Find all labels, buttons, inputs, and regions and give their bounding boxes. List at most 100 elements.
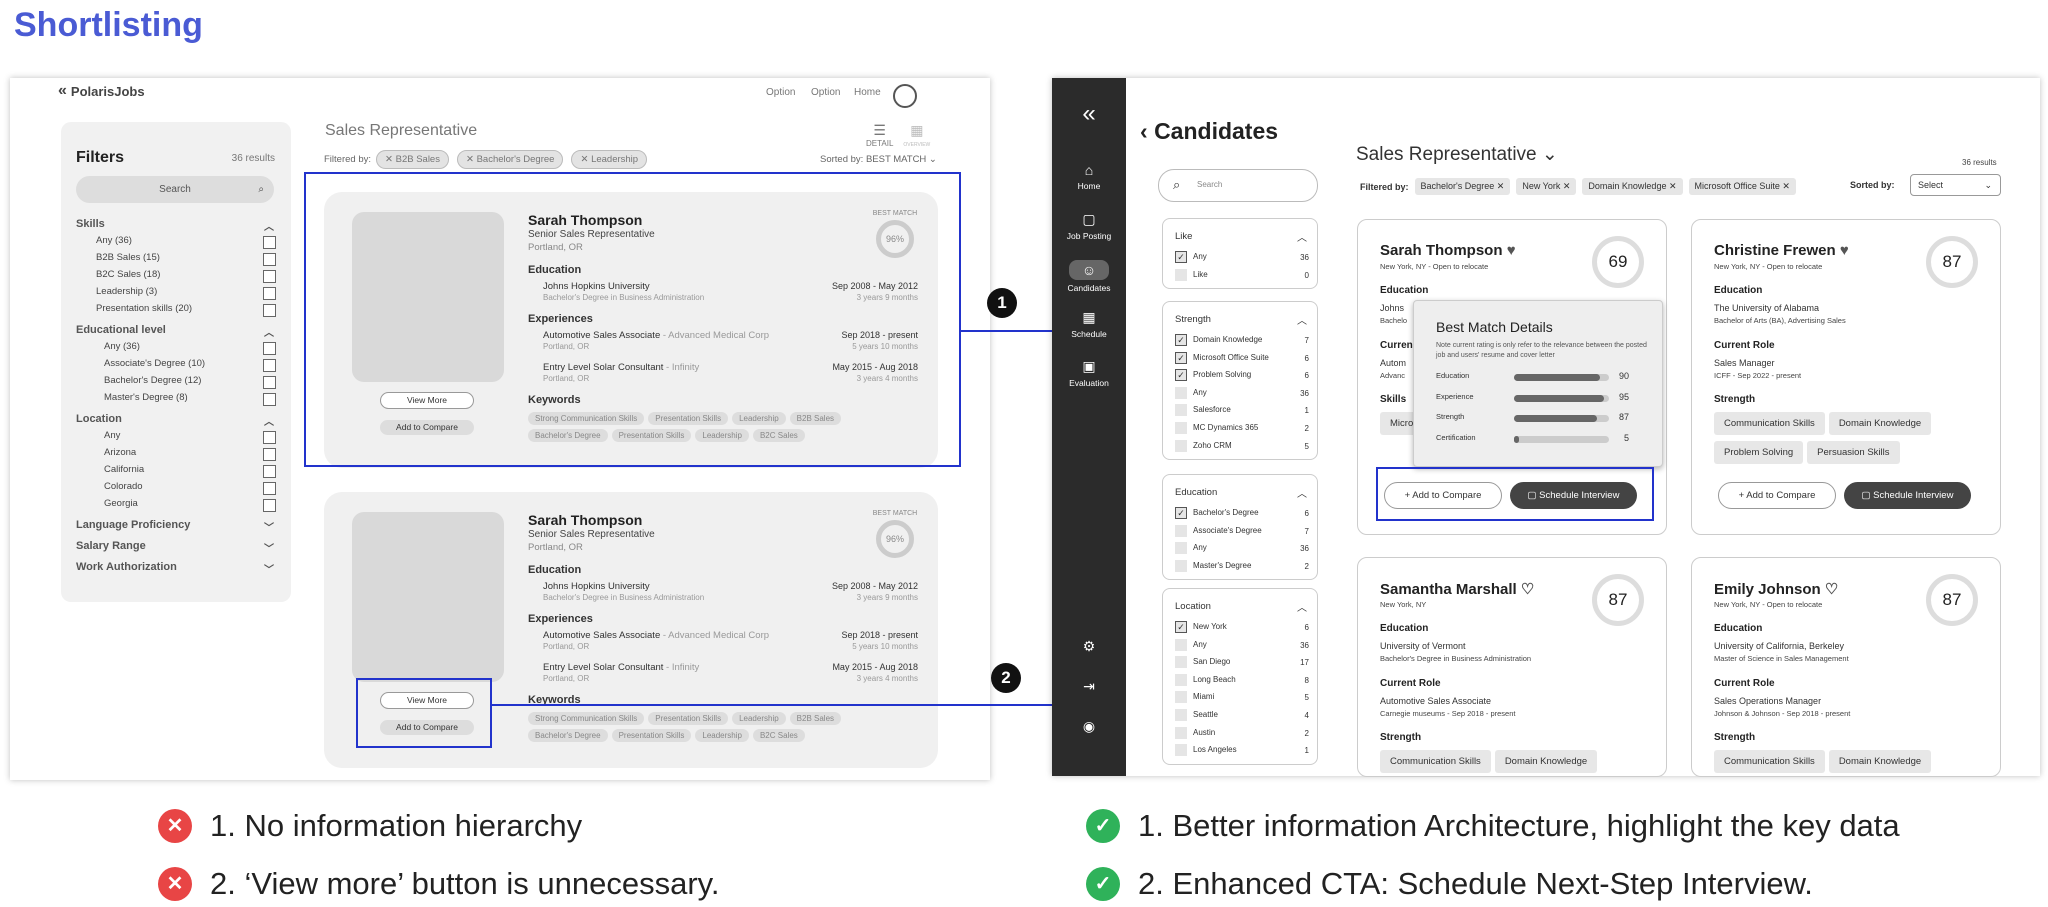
checkbox[interactable] — [1175, 386, 1187, 399]
add-to-compare-button[interactable]: + Add to Compare — [1718, 482, 1836, 509]
filter-chip[interactable]: Microsoft Office Suite ✕ — [1688, 178, 1796, 195]
nav-option-2[interactable]: Option — [811, 87, 840, 98]
filter-chip[interactable]: Bachelor's Degree ✕ — [1414, 178, 1511, 195]
chevron-up-icon[interactable]: ︿ — [1297, 599, 1307, 614]
filter-option[interactable]: Master's Degree 2 — [1175, 559, 1309, 574]
sort-dropdown[interactable]: Sorted by: BEST MATCH ⌄ — [820, 154, 937, 165]
filter-option[interactable]: Colorado — [76, 481, 276, 495]
filter-option[interactable]: Presentation skills (20) — [76, 303, 276, 317]
filter-option[interactable]: Salesforce 1 — [1175, 404, 1309, 418]
sort-select[interactable]: Select ⌄ — [1910, 174, 2001, 196]
heart-icon[interactable]: ♡ — [1521, 581, 1534, 598]
filter-option[interactable]: Miami 5 — [1175, 691, 1309, 705]
checkbox[interactable] — [1175, 709, 1187, 721]
checkbox[interactable] — [263, 499, 276, 512]
filter-chip[interactable]: Domain Knowledge ✕ — [1582, 178, 1683, 195]
filter-chip[interactable]: ✕ Bachelor's Degree — [456, 150, 564, 169]
filter-option[interactable]: Long Beach 8 — [1175, 673, 1309, 688]
chevron-down-icon[interactable]: ﹀ — [264, 540, 274, 555]
back-icon[interactable]: ‹ — [1140, 118, 1154, 144]
filter-section[interactable]: Educational level ︿ — [76, 324, 276, 339]
checkbox[interactable] — [263, 359, 276, 372]
checkbox[interactable] — [263, 342, 276, 355]
chevron-up-icon[interactable]: ︿ — [1297, 312, 1307, 327]
view-toggle[interactable]: ☰ DETAIL ▦ OVERVIEW — [866, 122, 930, 148]
avatar[interactable] — [893, 84, 917, 108]
checkbox[interactable] — [1175, 691, 1187, 704]
filter-section[interactable]: Work Authorization ﹀ — [76, 561, 276, 576]
filter-section[interactable]: Location ︿ — [76, 413, 276, 428]
filter-section[interactable]: Skills ︿ — [76, 218, 276, 233]
checkbox[interactable] — [263, 393, 276, 406]
match-score[interactable]: 87 — [1926, 236, 1978, 288]
filter-option[interactable]: ✓ Problem Solving 6 — [1175, 369, 1309, 383]
checkbox[interactable] — [1175, 524, 1187, 537]
profile-icon[interactable]: ◉ — [1052, 718, 1126, 738]
checkbox[interactable] — [263, 448, 276, 461]
filter-option[interactable]: California — [76, 464, 276, 478]
chevron-up-icon[interactable]: ︿ — [264, 413, 274, 428]
checkbox[interactable]: ✓ — [1175, 369, 1187, 382]
search-input[interactable]: ⌕ Search — [1158, 169, 1318, 202]
filter-option[interactable]: Georgia — [76, 498, 276, 512]
sidebar-item-evaluation[interactable]: ▣ Evaluation — [1052, 358, 1126, 388]
search-input[interactable]: Search ⌕ — [76, 176, 274, 203]
sidebar-item-home[interactable]: ⌂ Home — [1052, 162, 1126, 191]
filter-option[interactable]: MC Dynamics 365 2 — [1175, 422, 1309, 436]
filter-option[interactable]: Any 36 — [1175, 542, 1309, 556]
filter-option[interactable]: ✓ Domain Knowledge 7 — [1175, 334, 1309, 348]
filter-option[interactable]: Leadership (3) — [76, 286, 276, 300]
job-select[interactable]: Sales Representative ⌄ — [1356, 143, 1558, 166]
heart-icon[interactable]: ♥ — [1840, 242, 1849, 259]
checkbox[interactable] — [1175, 559, 1187, 572]
checkbox[interactable]: ✓ — [1175, 351, 1187, 364]
filter-option[interactable]: Any 36 — [1175, 638, 1309, 653]
checkbox[interactable] — [1175, 744, 1187, 757]
filter-option[interactable]: ✓ Microsoft Office Suite 6 — [1175, 351, 1309, 366]
filter-option[interactable]: B2B Sales (15) — [76, 252, 276, 266]
filter-option[interactable]: Master's Degree (8) — [76, 392, 276, 406]
filter-option[interactable]: ✓ Any 36 — [1175, 251, 1309, 265]
checkbox[interactable] — [263, 482, 276, 495]
filter-option[interactable]: Austin 2 — [1175, 726, 1309, 741]
checkbox[interactable] — [263, 270, 276, 283]
filter-option[interactable]: Any 36 — [1175, 386, 1309, 401]
filter-option[interactable]: Bachelor's Degree (12) — [76, 375, 276, 389]
checkbox[interactable] — [1175, 656, 1187, 669]
detail-view-icon[interactable]: ☰ DETAIL — [866, 122, 893, 148]
logo-icon[interactable]: « — [1052, 100, 1126, 128]
filter-chip[interactable]: ✕ Leadership — [571, 150, 648, 169]
filter-option[interactable]: Any (36) — [76, 341, 276, 355]
checkbox[interactable] — [263, 376, 276, 389]
chevron-up-icon[interactable]: ︿ — [1297, 229, 1307, 244]
filter-option[interactable]: Any (36) — [76, 235, 276, 249]
heart-icon[interactable]: ♥ — [1507, 242, 1516, 259]
checkbox[interactable] — [1175, 268, 1187, 281]
nav-option-1[interactable]: Option — [766, 87, 795, 98]
filter-option[interactable]: San Diego 17 — [1175, 656, 1309, 670]
checkbox[interactable] — [263, 431, 276, 444]
filter-option[interactable]: Any — [76, 430, 276, 444]
checkbox[interactable] — [263, 465, 276, 478]
settings-icon[interactable]: ⚙ — [1052, 638, 1126, 658]
filter-option[interactable]: B2C Sales (18) — [76, 269, 276, 283]
sidebar-item-candidates[interactable]: ☺ Candidates — [1052, 260, 1126, 293]
schedule-interview-button[interactable]: ▢ Schedule Interview — [1844, 482, 1971, 509]
filter-chip[interactable]: ✕ B2B Sales — [376, 150, 449, 169]
chevron-up-icon[interactable]: ︿ — [264, 324, 274, 339]
checkbox[interactable] — [1175, 542, 1187, 555]
filter-chip[interactable]: New York ✕ — [1516, 178, 1577, 195]
checkbox[interactable] — [263, 236, 276, 249]
checkbox[interactable] — [263, 253, 276, 266]
filter-option[interactable]: Zoho CRM 5 — [1175, 439, 1309, 454]
filter-section[interactable]: Language Proficiency ﹀ — [76, 519, 276, 534]
checkbox[interactable] — [1175, 726, 1187, 739]
chevron-down-icon[interactable]: ﹀ — [264, 561, 274, 576]
chevron-up-icon[interactable]: ︿ — [1297, 485, 1307, 500]
checkbox[interactable] — [263, 287, 276, 300]
filter-option[interactable]: Los Angeles 1 — [1175, 744, 1309, 758]
checkbox[interactable]: ✓ — [1175, 334, 1187, 346]
filter-option[interactable]: Like 0 — [1175, 268, 1309, 283]
checkbox[interactable] — [1175, 673, 1187, 686]
filter-option[interactable]: ✓ New York 6 — [1175, 621, 1309, 635]
